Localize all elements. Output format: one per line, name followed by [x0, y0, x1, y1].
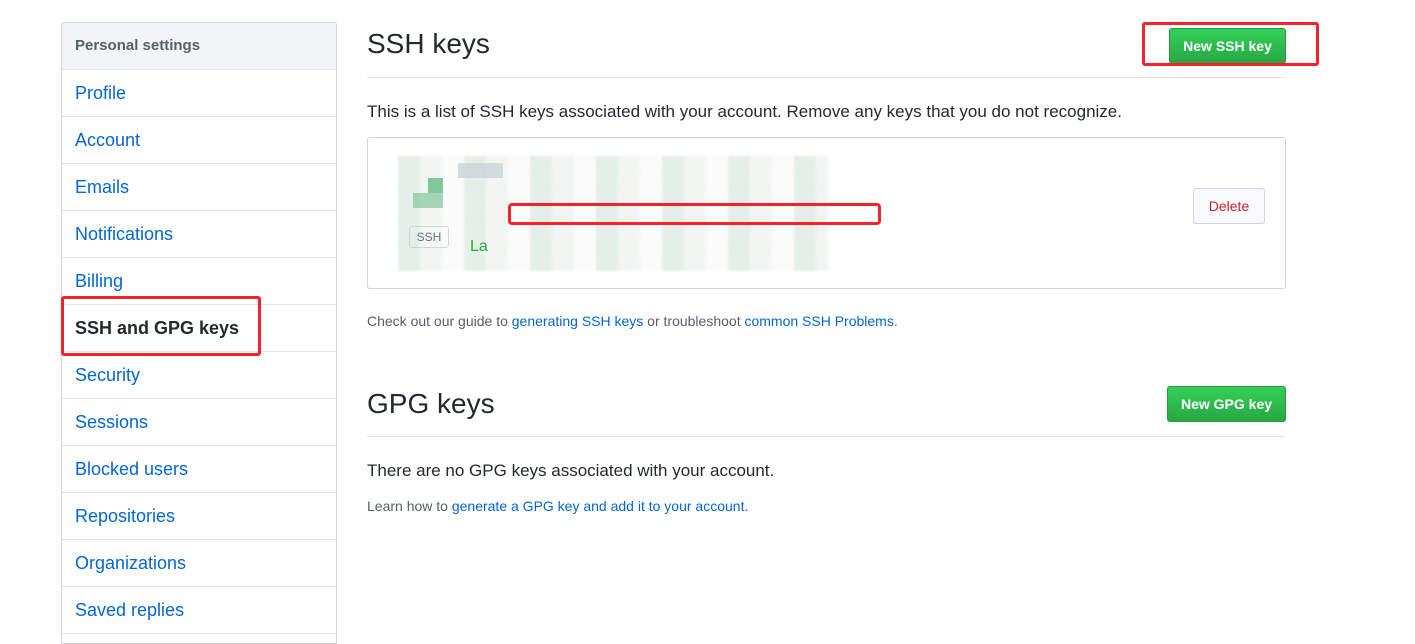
guide-middle: or troubleshoot: [643, 313, 745, 329]
ssh-divider: [367, 77, 1285, 78]
guide-suffix: .: [893, 313, 898, 329]
ssh-badge: SSH: [409, 226, 449, 248]
generating-ssh-keys-link[interactable]: generating SSH keys: [512, 313, 644, 329]
sidebar-item-security[interactable]: Security: [62, 352, 336, 399]
sidebar-item-blocked-users[interactable]: Blocked users: [62, 446, 336, 493]
gpg-learn-text: Learn how to generate a GPG key and add …: [367, 498, 748, 514]
redacted-block: [413, 193, 443, 208]
gpg-empty-text: There are no GPG keys associated with yo…: [367, 461, 775, 480]
new-gpg-key-button[interactable]: New GPG key: [1167, 386, 1286, 422]
sidebar-item-billing[interactable]: Billing: [62, 258, 336, 305]
redacted-block: [458, 163, 503, 178]
sidebar-item-profile[interactable]: Profile: [62, 70, 336, 117]
sidebar-item-repositories[interactable]: Repositories: [62, 493, 336, 540]
settings-sidebar: Personal settings Profile Account Emails…: [61, 22, 337, 644]
ssh-key-item: SSH La Delete: [367, 137, 1286, 289]
common-ssh-problems-link[interactable]: common SSH Problems: [744, 313, 893, 329]
ssh-keys-title: SSH keys: [367, 28, 490, 59]
ssh-intro-text: This is a list of SSH keys associated wi…: [367, 102, 1122, 121]
sidebar-item-saved-replies[interactable]: Saved replies: [62, 587, 336, 634]
sidebar-header: Personal settings: [62, 23, 336, 70]
sidebar-item-ssh-gpg-keys[interactable]: SSH and GPG keys: [62, 305, 336, 352]
gpg-divider: [367, 436, 1285, 437]
sidebar-item-account[interactable]: Account: [62, 117, 336, 164]
learn-prefix: Learn how to: [367, 498, 452, 514]
learn-suffix: .: [744, 498, 749, 514]
delete-key-button[interactable]: Delete: [1193, 188, 1265, 224]
key-added-text: La: [470, 238, 488, 255]
gpg-keys-title: GPG keys: [367, 388, 495, 419]
generate-gpg-key-link[interactable]: generate a GPG key and add it to your ac…: [452, 498, 745, 514]
sidebar-item-organizations[interactable]: Organizations: [62, 540, 336, 587]
sidebar-item-notifications[interactable]: Notifications: [62, 211, 336, 258]
sidebar-item-sessions[interactable]: Sessions: [62, 399, 336, 446]
new-ssh-key-button[interactable]: New SSH key: [1169, 28, 1286, 64]
sidebar-item-emails[interactable]: Emails: [62, 164, 336, 211]
guide-prefix: Check out our guide to: [367, 313, 512, 329]
ssh-guide-text: Check out our guide to generating SSH ke…: [367, 313, 898, 329]
redacted-block: [428, 178, 443, 193]
